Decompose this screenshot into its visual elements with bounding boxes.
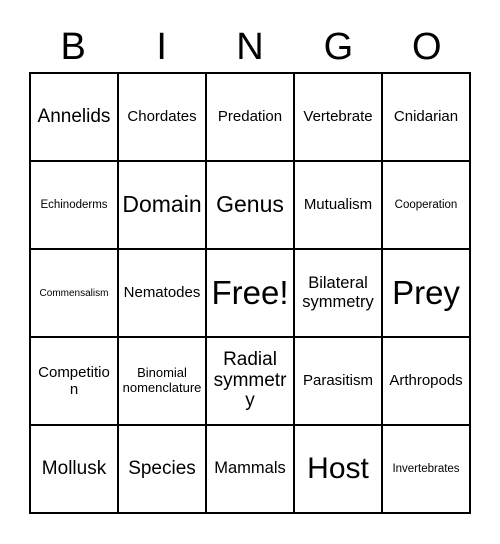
bingo-cell-label: Domain: [122, 191, 202, 218]
bingo-cell-r3c5[interactable]: Prey: [383, 250, 471, 338]
bingo-cell-label: Mutualism: [303, 196, 373, 214]
bingo-cell-r1c3[interactable]: Predation: [207, 74, 295, 162]
header-letter-b: B: [60, 26, 86, 68]
bingo-cell-r1c4[interactable]: Vertebrate: [295, 74, 383, 162]
bingo-cell-label: Species: [128, 457, 196, 479]
bingo-cell-r4c5[interactable]: Arthropods: [383, 338, 471, 426]
bingo-grid: Annelids Chordates Predation Vertebrate …: [29, 72, 471, 514]
bingo-cell-label: Commensalism: [39, 287, 109, 299]
bingo-cell-label: Cnidarian: [393, 108, 459, 126]
bingo-cell-label: Invertebrates: [392, 462, 460, 475]
bingo-cell-r2c5[interactable]: Cooperation: [383, 162, 471, 250]
bingo-cell-label: Parasitism: [302, 372, 373, 390]
bingo-cell-r1c2[interactable]: Chordates: [119, 74, 207, 162]
bingo-cell-label: Competition: [38, 363, 110, 398]
bingo-cell-r5c4[interactable]: Host: [295, 426, 383, 514]
bingo-cell-r4c4[interactable]: Parasitism: [295, 338, 383, 426]
bingo-header: B I N G O: [29, 22, 471, 72]
bingo-cell-r2c1[interactable]: Echinoderms: [31, 162, 119, 250]
bingo-free-space-label: Free!: [211, 273, 289, 311]
bingo-cell-label: Host: [307, 452, 369, 486]
bingo-cell-label: Genus: [216, 191, 284, 218]
header-letter-i: I: [156, 26, 167, 68]
header-letter-g: G: [323, 26, 354, 68]
bingo-cell-label: Radial symmetry: [213, 348, 287, 412]
bingo-cell-label: Cooperation: [394, 198, 458, 211]
bingo-cell-r5c1[interactable]: Mollusk: [31, 426, 119, 514]
header-letter-n: N: [236, 26, 264, 68]
bingo-cell-r4c2[interactable]: Binomial nomenclature: [119, 338, 207, 426]
bingo-cell-label: Nematodes: [123, 284, 201, 302]
bingo-cell-label: Chordates: [127, 108, 197, 126]
bingo-cell-label: Mammals: [214, 459, 286, 478]
bingo-cell-free-space[interactable]: Free!: [207, 250, 295, 338]
bingo-cell-r5c3[interactable]: Mammals: [207, 426, 295, 514]
bingo-cell-r1c1[interactable]: Annelids: [31, 74, 119, 162]
bingo-cell-r2c2[interactable]: Domain: [119, 162, 207, 250]
bingo-cell-label: Annelids: [37, 105, 111, 127]
bingo-cell-r3c4[interactable]: Bilateral symmetry: [295, 250, 383, 338]
bingo-cell-r4c3[interactable]: Radial symmetry: [207, 338, 295, 426]
bingo-cell-label: Predation: [217, 108, 283, 126]
bingo-cell-r3c1[interactable]: Commensalism: [31, 250, 119, 338]
bingo-cell-label: Mollusk: [41, 457, 107, 479]
bingo-cell-label: Echinoderms: [40, 198, 108, 211]
bingo-cell-label: Vertebrate: [303, 108, 373, 126]
bingo-cell-r2c3[interactable]: Genus: [207, 162, 295, 250]
bingo-cell-r1c5[interactable]: Cnidarian: [383, 74, 471, 162]
bingo-cell-r2c4[interactable]: Mutualism: [295, 162, 383, 250]
header-letter-o: O: [412, 26, 442, 68]
bingo-cell-label: Arthropods: [389, 372, 463, 390]
bingo-cell-r4c1[interactable]: Competition: [31, 338, 119, 426]
bingo-cell-r3c2[interactable]: Nematodes: [119, 250, 207, 338]
bingo-card: B I N G O Annelids Chordates Predation V…: [0, 0, 500, 544]
bingo-cell-r5c2[interactable]: Species: [119, 426, 207, 514]
bingo-cell-label: Binomial nomenclature: [122, 365, 202, 395]
bingo-cell-label: Bilateral symmetry: [302, 273, 374, 311]
bingo-cell-label: Prey: [392, 273, 460, 311]
bingo-cell-r5c5[interactable]: Invertebrates: [383, 426, 471, 514]
